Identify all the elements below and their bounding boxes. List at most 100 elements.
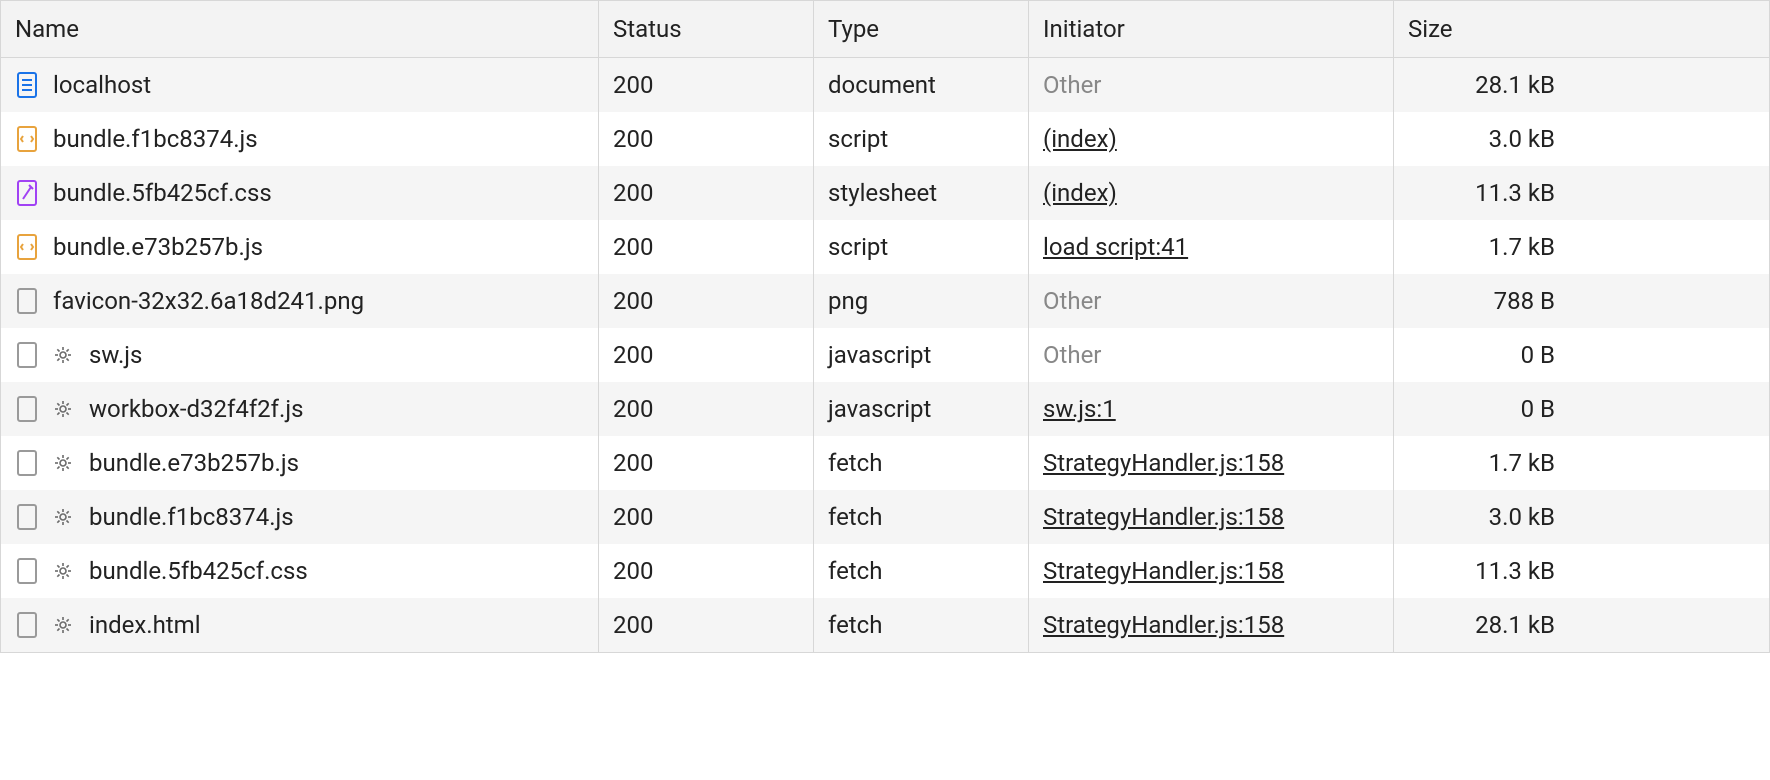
table-row[interactable]: bundle.5fb425cf.css200fetch StrategyHandl… xyxy=(1,544,1769,598)
cell-status: 200 xyxy=(599,58,814,112)
cell-type: javascript xyxy=(814,382,1029,436)
generic-file-icon xyxy=(15,557,39,585)
generic-file-icon xyxy=(15,395,39,423)
request-name: localhost xyxy=(53,71,151,99)
script-file-icon xyxy=(15,125,39,153)
table-row[interactable]: favicon-32x32.6a18d241.png200pngOther788… xyxy=(1,274,1769,328)
cell-size: 28.1 kB xyxy=(1394,598,1569,652)
cell-type: fetch xyxy=(814,598,1029,652)
initiator-link[interactable]: (index) xyxy=(1043,125,1117,153)
cell-initiator: Other xyxy=(1029,58,1394,112)
cell-status: 200 xyxy=(599,598,814,652)
cell-type: png xyxy=(814,274,1029,328)
table-row[interactable]: index.html 200fetch StrategyHandler.js:158… xyxy=(1,598,1769,652)
column-header-size[interactable]: Size xyxy=(1394,1,1569,57)
cell-name[interactable]: bundle.e73b257b.js xyxy=(1,436,599,490)
initiator-link[interactable]: load script:41 xyxy=(1043,233,1188,261)
cell-type: document xyxy=(814,58,1029,112)
request-name: favicon-32x32.6a18d241.png xyxy=(53,287,364,315)
column-header-initiator[interactable]: Initiator xyxy=(1029,1,1394,57)
table-row[interactable]: workbox-d32f4f2f.js 200javascript sw.js:1 0… xyxy=(1,382,1769,436)
cell-type: fetch xyxy=(814,490,1029,544)
column-header-type[interactable]: Type xyxy=(814,1,1029,57)
initiator-link[interactable]: StrategyHandler.js:158 xyxy=(1043,503,1284,531)
cell-type: javascript xyxy=(814,328,1029,382)
gear-icon xyxy=(53,453,73,473)
cell-initiator: Other xyxy=(1029,328,1394,382)
cell-initiator[interactable]: StrategyHandler.js:158 xyxy=(1029,436,1394,490)
cell-initiator[interactable]: (index) xyxy=(1029,112,1394,166)
initiator-link[interactable]: sw.js:1 xyxy=(1043,395,1116,423)
cell-initiator[interactable]: StrategyHandler.js:158 xyxy=(1029,598,1394,652)
cell-status: 200 xyxy=(599,112,814,166)
cell-name[interactable]: sw.js xyxy=(1,328,599,382)
cell-name[interactable]: bundle.5fb425cf.css xyxy=(1,166,599,220)
table-row[interactable]: localhost 200document Other 28.1 kB xyxy=(1,58,1769,112)
cell-size: 11.3 kB xyxy=(1394,166,1569,220)
request-name: bundle.f1bc8374.js xyxy=(53,125,258,153)
request-name: workbox-d32f4f2f.js xyxy=(89,395,303,423)
cell-name[interactable]: favicon-32x32.6a18d241.png xyxy=(1,274,599,328)
gear-icon xyxy=(53,345,73,365)
table-row[interactable]: sw.js 200javascript Other 0 B xyxy=(1,328,1769,382)
cell-status: 200 xyxy=(599,382,814,436)
request-name: bundle.f1bc8374.js xyxy=(89,503,294,531)
request-name: bundle.e73b257b.js xyxy=(53,233,263,261)
column-header-name[interactable]: Name xyxy=(1,1,599,57)
cell-type: fetch xyxy=(814,436,1029,490)
cell-initiator[interactable]: StrategyHandler.js:158 xyxy=(1029,490,1394,544)
table-row[interactable]: bundle.f1bc8374.js 200fetch StrategyHandle… xyxy=(1,490,1769,544)
cell-name[interactable]: index.html xyxy=(1,598,599,652)
cell-type: script xyxy=(814,220,1029,274)
cell-status: 200 xyxy=(599,328,814,382)
cell-initiator[interactable]: load script:41 xyxy=(1029,220,1394,274)
initiator-link[interactable]: StrategyHandler.js:158 xyxy=(1043,449,1284,477)
cell-size: 1.7 kB xyxy=(1394,436,1569,490)
cell-size: 1.7 kB xyxy=(1394,220,1569,274)
request-name: index.html xyxy=(89,611,201,639)
cell-name[interactable]: bundle.e73b257b.js xyxy=(1,220,599,274)
cell-name[interactable]: bundle.f1bc8374.js xyxy=(1,112,599,166)
table-row[interactable]: bundle.e73b257b.js200fetchStrategyHandle… xyxy=(1,436,1769,490)
initiator-link[interactable]: StrategyHandler.js:158 xyxy=(1043,557,1284,585)
cell-initiator: Other xyxy=(1029,274,1394,328)
cell-size: 3.0 kB xyxy=(1394,490,1569,544)
cell-type: script xyxy=(814,112,1029,166)
initiator-text: Other xyxy=(1043,71,1101,99)
cell-status: 200 xyxy=(599,274,814,328)
cell-name[interactable]: bundle.f1bc8374.js xyxy=(1,490,599,544)
initiator-text: Other xyxy=(1043,287,1101,315)
generic-file-icon xyxy=(15,503,39,531)
initiator-link[interactable]: (index) xyxy=(1043,179,1117,207)
cell-size: 28.1 kB xyxy=(1394,58,1569,112)
cell-type: stylesheet xyxy=(814,166,1029,220)
stylesheet-file-icon xyxy=(15,179,39,207)
cell-size: 0 B xyxy=(1394,382,1569,436)
initiator-link[interactable]: StrategyHandler.js:158 xyxy=(1043,611,1284,639)
cell-name[interactable]: workbox-d32f4f2f.js xyxy=(1,382,599,436)
script-file-icon xyxy=(15,233,39,261)
request-name: sw.js xyxy=(89,341,142,369)
cell-name[interactable]: bundle.5fb425cf.css xyxy=(1,544,599,598)
cell-name[interactable]: localhost xyxy=(1,58,599,112)
gear-icon xyxy=(53,561,73,581)
gear-icon xyxy=(53,399,73,419)
cell-initiator[interactable]: sw.js:1 xyxy=(1029,382,1394,436)
generic-file-icon xyxy=(15,449,39,477)
generic-file-icon xyxy=(15,341,39,369)
table-row[interactable]: bundle.5fb425cf.css200stylesheet(index)1… xyxy=(1,166,1769,220)
cell-initiator[interactable]: StrategyHandler.js:158 xyxy=(1029,544,1394,598)
column-header-status[interactable]: Status xyxy=(599,1,814,57)
table-row[interactable]: bundle.e73b257b.js200scriptload script:4… xyxy=(1,220,1769,274)
generic-file-icon xyxy=(15,611,39,639)
gear-icon xyxy=(53,507,73,527)
cell-status: 200 xyxy=(599,490,814,544)
cell-initiator[interactable]: (index) xyxy=(1029,166,1394,220)
table-row[interactable]: bundle.f1bc8374.js200script(index)3.0 kB xyxy=(1,112,1769,166)
cell-type: fetch xyxy=(814,544,1029,598)
cell-size: 0 B xyxy=(1394,328,1569,382)
initiator-text: Other xyxy=(1043,341,1101,369)
cell-status: 200 xyxy=(599,544,814,598)
table-body: localhost200documentOther28.1 kBbundle.f… xyxy=(1,58,1769,652)
cell-size: 11.3 kB xyxy=(1394,544,1569,598)
